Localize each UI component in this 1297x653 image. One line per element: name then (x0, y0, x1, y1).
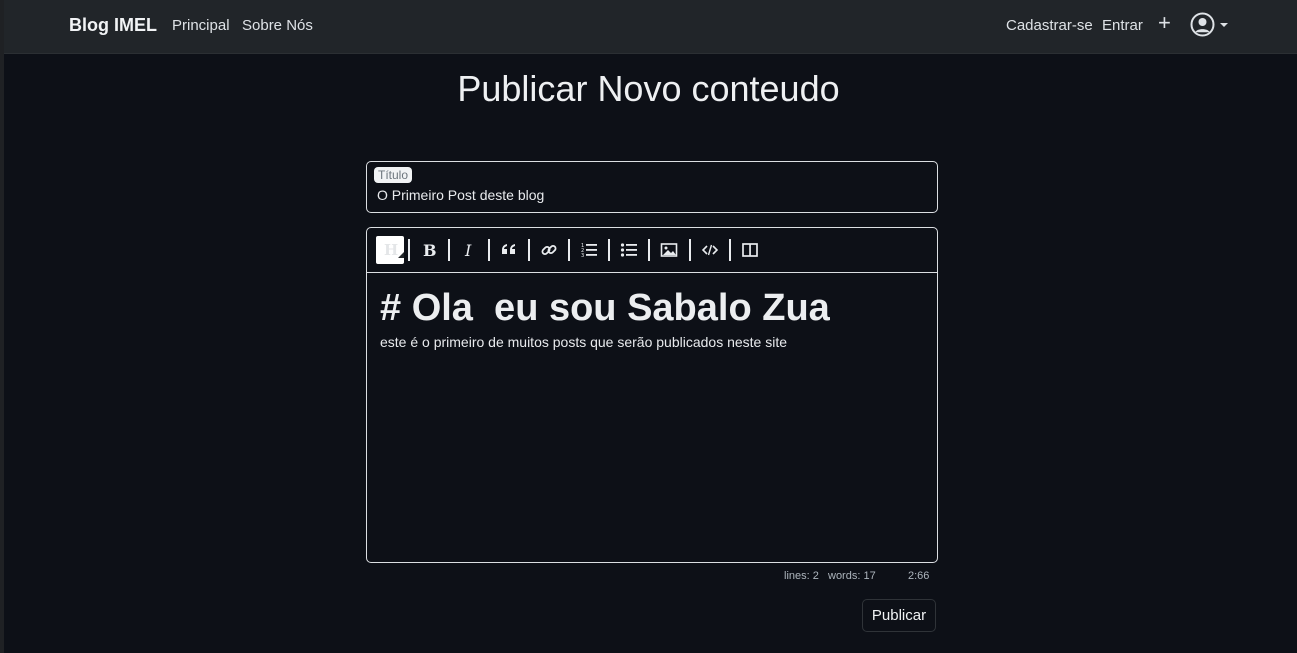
svg-text:I: I (464, 241, 472, 260)
caret-down-icon[interactable] (1220, 23, 1228, 27)
nav-link-entrar[interactable]: Entrar (1102, 17, 1143, 34)
status-lines: lines: 2 (784, 570, 819, 582)
editor-content[interactable]: # Ola eu sou Sabalo Zua este é o primeir… (380, 286, 920, 350)
svg-text:3: 3 (581, 253, 584, 259)
status-words: words: 17 (828, 570, 876, 582)
italic-icon[interactable]: I (455, 236, 483, 264)
toolbar-separator (448, 239, 450, 261)
svg-text:H: H (384, 241, 398, 259)
publish-button[interactable]: Publicar (862, 599, 936, 632)
toolbar-separator (528, 239, 530, 261)
svg-text:B: B (423, 241, 437, 260)
quote-icon[interactable] (495, 236, 523, 264)
editor-text-line[interactable]: este é o primeiro de muitos posts que se… (380, 334, 920, 350)
status-cursor: 2:66 (908, 570, 930, 582)
editor-toolbar: H B I 1 2 3 (367, 228, 937, 273)
heading-icon[interactable]: H (376, 236, 404, 264)
plus-icon[interactable]: + (1158, 11, 1171, 35)
toolbar-separator (408, 239, 410, 261)
toolbar-separator (568, 239, 570, 261)
bold-icon[interactable]: B (415, 236, 443, 264)
brand-logo[interactable]: Blog IMEL (69, 15, 157, 36)
ordered-list-icon[interactable]: 1 2 3 (575, 236, 603, 264)
image-icon[interactable] (655, 236, 683, 264)
link-icon[interactable] (535, 236, 563, 264)
toolbar-separator (689, 239, 691, 261)
toolbar-separator (729, 239, 731, 261)
toolbar-separator (648, 239, 650, 261)
nav-link-sobre-nos[interactable]: Sobre Nós (242, 17, 313, 34)
title-field[interactable]: Título (366, 161, 938, 213)
unordered-list-icon[interactable] (615, 236, 643, 264)
navbar: Blog IMEL Principal Sobre Nós Cadastrar-… (4, 0, 1297, 54)
page-title: Publicar Novo conteudo (457, 68, 840, 109)
title-label: Título (374, 167, 413, 183)
editor-heading-line[interactable]: # Ola eu sou Sabalo Zua (380, 286, 920, 330)
side-by-side-icon[interactable] (736, 236, 764, 264)
nav-link-cadastrar[interactable]: Cadastrar-se (1006, 17, 1093, 34)
nav-link-principal[interactable]: Principal (172, 17, 230, 34)
code-icon[interactable] (696, 236, 724, 264)
title-input[interactable] (377, 185, 917, 205)
toolbar-separator (488, 239, 490, 261)
user-circle-icon[interactable] (1190, 12, 1215, 37)
markdown-editor: H B I 1 2 3 # Ola eu sou Sabalo Zua este… (366, 227, 938, 563)
toolbar-separator (608, 239, 610, 261)
